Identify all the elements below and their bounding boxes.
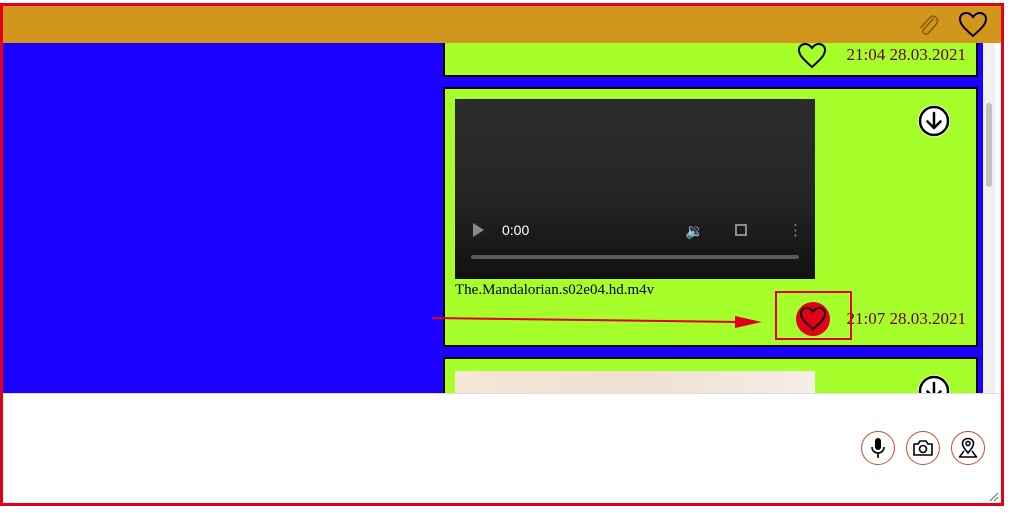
more-options-icon[interactable]: ⋮ [788, 223, 803, 238]
download-icon[interactable] [918, 105, 950, 137]
location-icon [958, 437, 978, 458]
app-frame: 21:04 28.03.2021 0:00 🔉 ⋮ The.Mandaloria… [0, 3, 1004, 506]
annotation-arrow [431, 316, 762, 328]
location-button[interactable] [951, 431, 985, 465]
annotation-highlight-box [775, 291, 852, 340]
like-heart-icon[interactable] [798, 43, 826, 69]
microphone-icon [871, 438, 885, 458]
scrollbar[interactable] [983, 43, 995, 393]
left-pane [3, 43, 445, 393]
message-card-video: 0:00 🔉 ⋮ The.Mandalorian.s02e04.hd.m4v 2… [443, 87, 978, 347]
video-current-time: 0:00 [502, 222, 530, 238]
top-bar [3, 6, 1001, 43]
resize-handle-icon[interactable] [989, 492, 999, 502]
camera-icon [913, 440, 933, 456]
message-composer[interactable] [3, 393, 1001, 503]
message-timestamp: 21:04 28.03.2021 [846, 45, 966, 64]
image-thumbnail[interactable] [455, 371, 815, 393]
video-filename: The.Mandalorian.s02e04.hd.m4v [455, 282, 655, 298]
video-player[interactable]: 0:00 🔉 ⋮ [455, 99, 815, 279]
message-list[interactable]: 21:04 28.03.2021 0:00 🔉 ⋮ The.Mandaloria… [443, 43, 995, 393]
fullscreen-icon[interactable] [735, 224, 747, 236]
video-progress-bar[interactable] [471, 255, 799, 259]
paperclip-icon[interactable] [917, 13, 939, 37]
message-timestamp: 21:07 28.03.2021 [846, 309, 966, 328]
camera-button[interactable] [906, 431, 940, 465]
message-card-image [443, 357, 978, 393]
heart-icon[interactable] [959, 12, 987, 38]
download-icon[interactable] [918, 375, 950, 393]
microphone-button[interactable] [861, 431, 895, 465]
volume-icon[interactable]: 🔉 [685, 222, 704, 241]
play-icon[interactable] [473, 223, 484, 237]
scrollbar-thumb[interactable] [986, 103, 992, 187]
message-card: 21:04 28.03.2021 [443, 43, 978, 77]
